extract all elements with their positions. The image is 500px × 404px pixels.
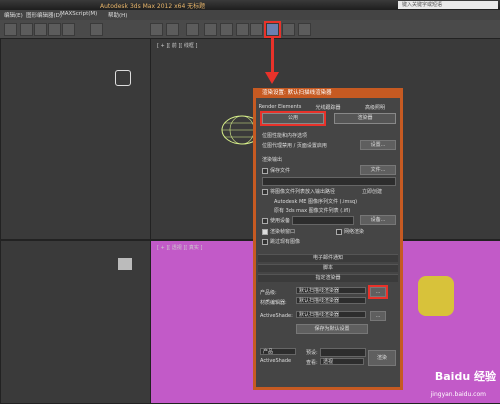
mode-activeshade-radio[interactable]: ActiveShade: [260, 358, 291, 364]
dialog-title: 渲染设置: 默认扫描线渲染器: [262, 90, 332, 96]
skip-existing-label: 跳过现有图像: [270, 239, 301, 245]
tab-common[interactable]: 公用: [260, 111, 326, 126]
device-button[interactable]: 设备...: [360, 215, 396, 225]
frame-window-label: 渲染帧窗口: [270, 229, 296, 235]
frame-window-checkbox[interactable]: [262, 229, 268, 235]
render-button[interactable]: 渲染: [368, 350, 396, 366]
view-select[interactable]: 透视: [320, 358, 364, 365]
percent-snap-icon[interactable]: [48, 23, 61, 36]
tab-raytracer[interactable]: 光线跟踪器: [306, 104, 350, 111]
curve-editor-icon[interactable]: [204, 23, 217, 36]
title-bar: Autodesk 3ds Max 2012 x64 无标题 键入关键字或短语: [0, 0, 500, 10]
tab-renderer[interactable]: 渲染器: [334, 113, 396, 124]
material-editor-label: 材质编辑器:: [260, 300, 287, 306]
menu-bar: 编辑(E) 图形编辑器(D) MAXScript(M) 帮助(H): [0, 10, 500, 20]
view-label: 查看:: [306, 360, 318, 366]
named-selection-icon[interactable]: [90, 23, 103, 36]
render-setup-dialog: 渲染设置: 默认扫描线渲染器 Render Elements 光线跟踪器 高级照…: [253, 88, 403, 390]
arrow-head-icon: [265, 72, 279, 84]
annotation-arrow: [271, 38, 274, 74]
rendered-frame-icon[interactable]: [282, 23, 295, 36]
cylinder-object: [418, 276, 454, 316]
menu-maxscript[interactable]: MAXScript(M): [60, 11, 97, 17]
menu-help[interactable]: 帮助(H): [108, 11, 127, 19]
watermark-url: jingyan.baidu.com: [430, 391, 486, 398]
layer-icon[interactable]: [186, 23, 199, 36]
setup-button[interactable]: 设置...: [360, 140, 396, 150]
production-renderer-field[interactable]: 默认扫描线渲染器: [296, 287, 366, 294]
viewcube-icon[interactable]: [118, 258, 132, 270]
use-device-label: 使用设备: [270, 218, 291, 224]
device-field[interactable]: [292, 216, 354, 225]
save-default-button[interactable]: 保存为默认设置: [296, 324, 368, 334]
rollout-email[interactable]: 电子邮件通知: [258, 254, 398, 262]
skip-existing-checkbox[interactable]: [262, 239, 268, 245]
net-render-checkbox[interactable]: [336, 229, 342, 235]
tab-advanced-lighting[interactable]: 高级照明: [353, 104, 397, 111]
legacy-list-radio[interactable]: 原有 3ds max 图像文件列表 (.ifl): [274, 207, 350, 214]
production-label: 产品级:: [260, 290, 277, 296]
create-now-button[interactable]: 立即创建: [362, 188, 382, 195]
dialog-body: Render Elements 光线跟踪器 高级照明 公用 渲染器 位图性能和内…: [256, 98, 400, 387]
preset-label: 预设:: [306, 350, 318, 356]
activeshade-label: ActiveShade:: [260, 313, 293, 319]
schematic-icon[interactable]: [220, 23, 233, 36]
select-icon[interactable]: [4, 23, 17, 36]
save-file-label: 保存文件: [270, 168, 291, 174]
rollout-assign-renderer[interactable]: 指定渲染器: [258, 274, 398, 282]
choose-renderer-button[interactable]: ...: [368, 285, 388, 299]
bitmap-options-section: 位图性能和内存选项: [262, 133, 308, 139]
net-render-label: 网络渲染: [344, 229, 365, 235]
output-path-field[interactable]: [262, 177, 396, 186]
viewport-top-left[interactable]: [0, 38, 152, 240]
search-input[interactable]: 键入关键字或短语: [398, 1, 498, 9]
viewport-label[interactable]: [ + ][ 前 ][ 线框 ]: [157, 42, 197, 49]
menu-edit[interactable]: 编辑(E): [4, 11, 23, 19]
material-icon[interactable]: [250, 23, 263, 36]
main-toolbar: [0, 20, 500, 39]
file-button[interactable]: 文件...: [360, 165, 396, 175]
align-icon[interactable]: [166, 23, 179, 36]
bitmap-proxy-text: 位图代理禁用 / 页面设置启用: [262, 143, 327, 149]
activeshade-renderer-field[interactable]: 默认扫描线渲染器: [296, 311, 366, 318]
material-editor-icon[interactable]: [236, 23, 249, 36]
preset-select[interactable]: [320, 348, 366, 357]
rollout-scripts[interactable]: 脚本: [258, 264, 398, 272]
mirror-icon[interactable]: [150, 23, 163, 36]
viewcube-icon[interactable]: [115, 70, 131, 86]
viewport-label[interactable]: [ + ][ 透视 ][ 真实 ]: [157, 244, 202, 251]
activeshade-choose-button[interactable]: ...: [370, 311, 386, 321]
spinner-snap-icon[interactable]: [62, 23, 75, 36]
render-production-icon[interactable]: [298, 23, 311, 36]
material-renderer-field[interactable]: 默认扫描线渲染器: [296, 297, 366, 304]
render-setup-icon[interactable]: [264, 21, 281, 38]
tab-render-elements[interactable]: Render Elements: [258, 104, 302, 110]
watermark-brand: Baidu 经验: [434, 370, 496, 383]
autodesk-list-radio[interactable]: Autodesk ME 图像序列文件 (.imsq): [274, 198, 357, 205]
window-title: Autodesk 3ds Max 2012 x64 无标题: [100, 3, 206, 10]
image-list-checkbox[interactable]: [262, 189, 268, 195]
snap-icon[interactable]: [20, 23, 33, 36]
render-output-section: 渲染输出: [262, 157, 283, 163]
mode-product-select[interactable]: 产品: [260, 348, 296, 355]
use-device-checkbox[interactable]: [262, 218, 268, 224]
menu-graph-editors[interactable]: 图形编辑器(D): [26, 11, 62, 19]
angle-snap-icon[interactable]: [34, 23, 47, 36]
save-file-checkbox[interactable]: [262, 168, 268, 174]
image-list-label: 将图像文件列表放入输出路径: [270, 189, 336, 195]
